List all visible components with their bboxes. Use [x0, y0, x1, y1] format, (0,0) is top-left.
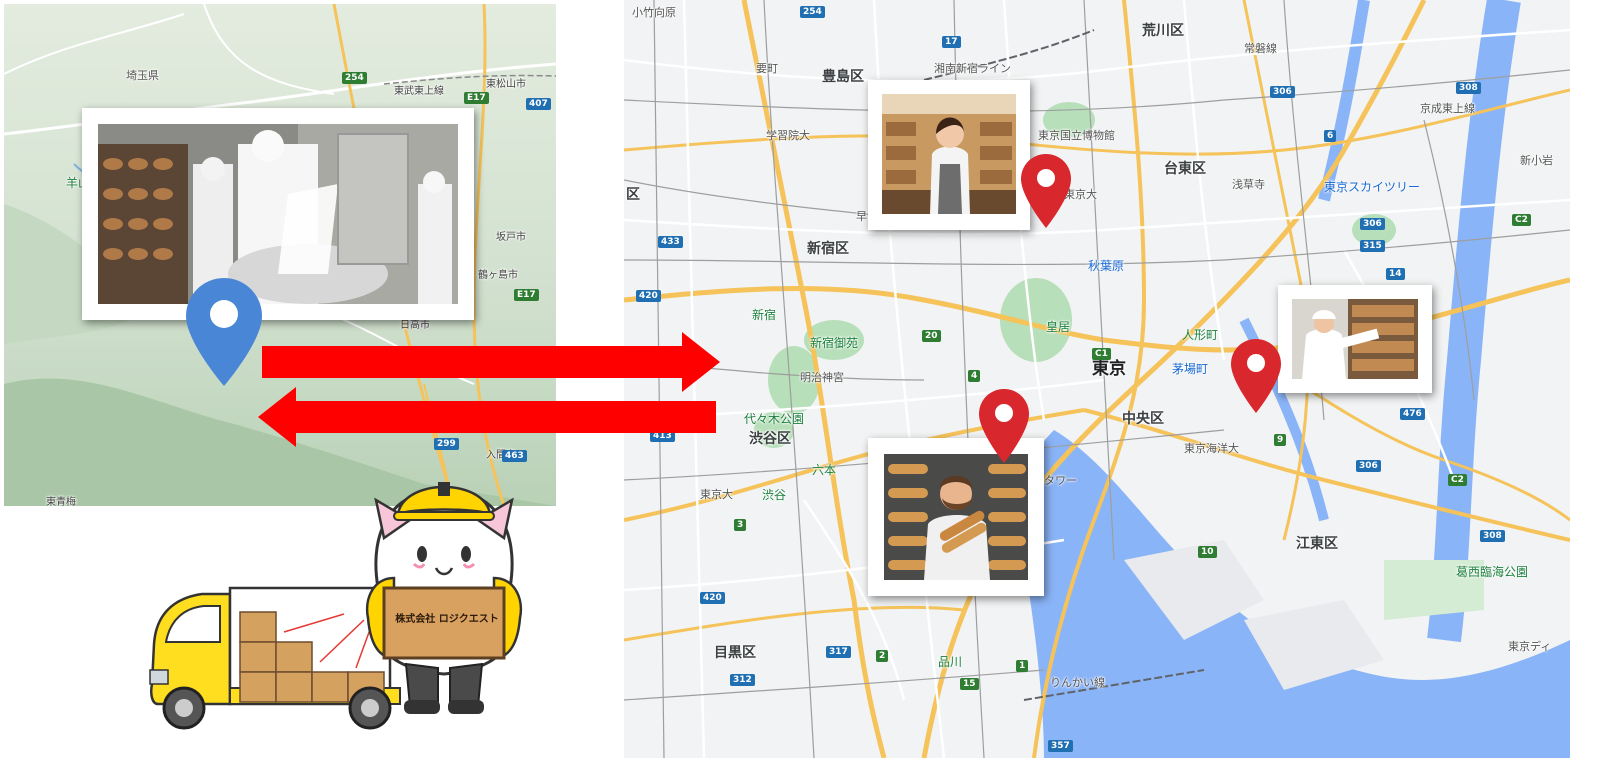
photo-bakery-shop-woman	[868, 80, 1030, 230]
route-shield: 308	[1480, 530, 1505, 542]
place-asakusa: 浅草寺	[1232, 178, 1265, 191]
place-yoyogi: 代々木公園	[744, 412, 805, 426]
district-koto: 江東区	[1296, 536, 1338, 552]
shop-woman-image	[882, 94, 1016, 214]
district-meguro: 目黒区	[714, 645, 756, 661]
route-shield: E17	[464, 92, 489, 104]
place-tower: タワー	[1044, 474, 1077, 487]
factory-bakers-image	[98, 124, 458, 304]
place-tokyodai: 東京大	[700, 488, 733, 501]
route-shield: 315	[1360, 240, 1385, 252]
route-shield: 254	[800, 6, 825, 18]
place-keiyo: 京成東上線	[1420, 102, 1475, 115]
route-shield: 17	[942, 36, 961, 48]
route-shield: 306	[1360, 218, 1385, 230]
district-chuo: 中央区	[1122, 411, 1164, 427]
arrow-left	[258, 387, 716, 447]
route-shield: 317	[826, 646, 851, 658]
place-kayabacho: 茅場町	[1172, 362, 1209, 376]
map-label-saitama: 埼玉県	[126, 69, 159, 82]
place-shinjukugyoen: 新宿御苑	[810, 336, 859, 350]
route-shield: 420	[700, 592, 725, 604]
place-tokyodi: 東京ディ	[1508, 640, 1552, 653]
place-shinagawa: 品川	[938, 655, 963, 669]
map-label-tsurugashima: 鶴ヶ島市	[478, 270, 518, 281]
mascot-cat-illustration	[365, 482, 523, 714]
route-shield: 463	[502, 450, 527, 462]
destination-pin-shop[interactable]	[1020, 153, 1072, 229]
route-shield: 312	[730, 674, 755, 686]
route-shield: 254	[342, 72, 367, 84]
place-joban: 常磐線	[1244, 42, 1277, 55]
route-shield: C2	[1448, 474, 1467, 486]
place-shibuyast: 渋谷	[762, 488, 787, 502]
place-ningyocho: 人形町	[1182, 328, 1219, 342]
route-shield: 476	[1400, 408, 1425, 420]
destination-pin-shelves[interactable]	[1230, 338, 1282, 414]
place-shinjukust: 新宿	[752, 308, 777, 322]
mascot-box-label: 株式会社 ロジクエスト	[395, 614, 499, 625]
route-shield: 306	[1270, 86, 1295, 98]
place-shinjukuline: 湘南新宿ライン	[934, 62, 1011, 75]
place-kokyo: 皇居	[1046, 320, 1071, 334]
place-skytree: 東京スカイツリー	[1324, 180, 1421, 194]
route-shield: 15	[960, 678, 979, 690]
origin-location-pin[interactable]	[184, 276, 264, 388]
place-gakushuin: 学習院大	[766, 129, 810, 142]
destination-pin-baguettes[interactable]	[978, 388, 1030, 464]
route-shield: 308	[1456, 82, 1481, 94]
place-meijijingu: 明治神宮	[800, 371, 844, 384]
route-shield: 9	[1274, 434, 1287, 446]
map-label-sakado: 坂戸市	[496, 232, 526, 243]
place-rinkai: りんかい線	[1050, 676, 1105, 689]
place-natmuseum: 東京国立博物館	[1038, 129, 1115, 142]
route-shield: 2	[876, 650, 889, 662]
route-shield: C1	[1092, 348, 1111, 360]
place-akihabara: 秋葉原	[1088, 259, 1125, 273]
route-shield: 4	[968, 370, 981, 382]
route-shield: 6	[1324, 130, 1337, 142]
route-shield: 433	[658, 236, 683, 248]
place-kaiyodai: 東京海洋大	[1184, 442, 1239, 455]
photo-bakery-worker-shelves	[1278, 285, 1432, 393]
map-label-tobutojo: 東武東上線	[394, 86, 444, 97]
route-shield: 306	[1356, 460, 1381, 472]
district-shinjuku: 新宿区	[807, 241, 849, 257]
route-shield: 420	[636, 290, 661, 302]
route-shield: 357	[1048, 740, 1073, 752]
place-roppongi: 六本	[812, 463, 837, 477]
place-komagome: 小竹向原	[632, 6, 676, 19]
map-label-higashimatsuyama: 東松山市	[486, 79, 526, 90]
district-toshima: 豊島区	[822, 69, 864, 85]
route-shield: C2	[1512, 214, 1531, 226]
map-label-ohme: 東青梅	[46, 497, 76, 506]
district-arakawa: 荒川区	[1142, 23, 1184, 39]
route-shield: E17	[514, 289, 539, 301]
route-shield: 1	[1016, 660, 1029, 672]
route-shield: 3	[734, 519, 747, 531]
place-haya: 早	[856, 210, 867, 223]
route-shield: 407	[526, 98, 551, 110]
place-ku: 区	[626, 187, 640, 203]
place-kasai: 葛西臨海公園	[1456, 565, 1529, 579]
worker-shelves-image	[1292, 299, 1418, 379]
place-kaname: 要町	[756, 62, 778, 75]
photo-bakery-factory	[82, 108, 474, 320]
district-shibuya: 渋谷区	[749, 431, 791, 447]
place-shinkoiwa: 新小岩	[1520, 154, 1553, 167]
route-shield: 20	[922, 330, 941, 342]
district-taito: 台東区	[1164, 161, 1206, 177]
baker-baguettes-image	[884, 454, 1028, 580]
route-shield: 14	[1386, 268, 1405, 280]
route-shield: 10	[1198, 546, 1217, 558]
